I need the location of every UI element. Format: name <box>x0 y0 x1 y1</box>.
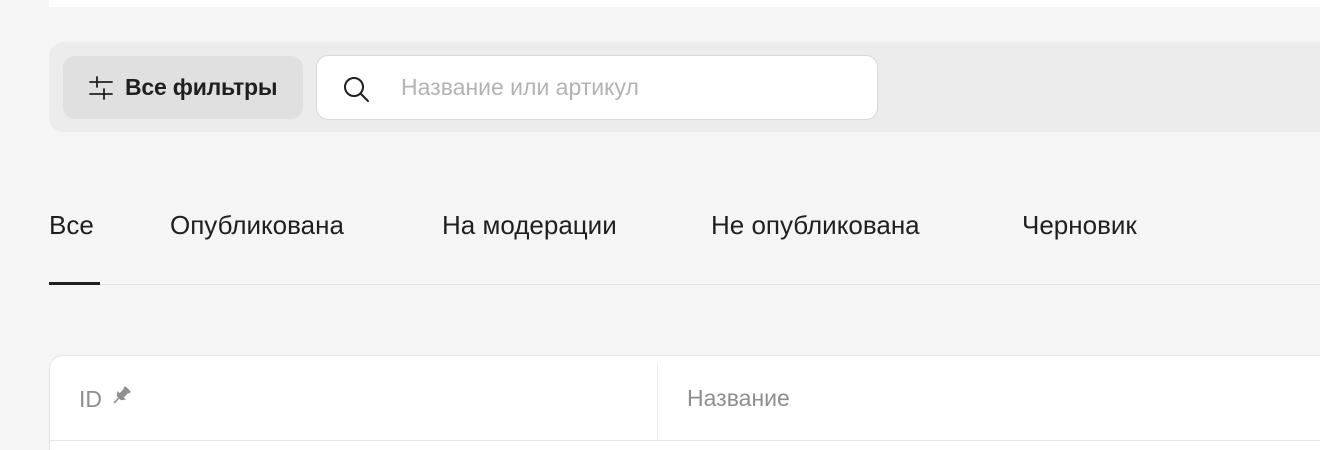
tab-draft[interactable]: Черновик <box>1022 210 1137 241</box>
tab-unpublished[interactable]: Не опубликована <box>711 210 920 241</box>
pin-icon[interactable] <box>110 385 132 413</box>
table-header: ID Название <box>50 356 1320 441</box>
tab-all[interactable]: Все <box>49 210 94 241</box>
all-filters-button[interactable]: Все фильтры <box>63 56 303 119</box>
status-tabs: Все Опубликована На модерации Не опублик… <box>49 190 1320 285</box>
top-panel-edge <box>49 0 1320 7</box>
column-id-label: ID <box>79 385 102 412</box>
products-table: ID Название <box>49 355 1320 450</box>
column-header-name[interactable]: Название <box>687 385 790 412</box>
tab-published[interactable]: Опубликована <box>170 210 344 241</box>
column-header-id[interactable]: ID <box>79 385 132 413</box>
products-page: Все фильтры Все Опубликована На модераци… <box>0 0 1320 450</box>
filter-bar: Все фильтры <box>49 42 1320 132</box>
column-divider <box>657 364 658 441</box>
all-filters-label: Все фильтры <box>125 74 278 100</box>
active-tab-indicator <box>49 282 100 285</box>
sliders-icon <box>88 75 114 101</box>
search-icon <box>342 75 370 108</box>
tab-moderation[interactable]: На модерации <box>442 210 617 241</box>
search-input[interactable] <box>401 56 861 119</box>
search-field[interactable] <box>316 55 878 120</box>
